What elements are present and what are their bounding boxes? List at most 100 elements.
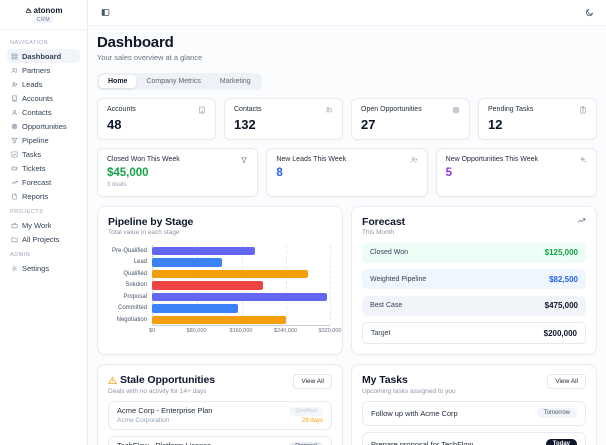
chart-row: Qualified — [108, 268, 332, 280]
sidebar-item-label: Contacts — [22, 107, 52, 117]
tab[interactable]: Home — [99, 75, 137, 88]
trending-up-icon — [577, 216, 586, 225]
chart-row: Proposal — [108, 291, 332, 303]
projects-section-label: Projects — [10, 209, 44, 215]
task-due-badge: Tomorrow — [536, 408, 577, 418]
sidebar-item-label: Reports — [22, 191, 49, 201]
forecast-label: Closed Won — [370, 249, 409, 256]
theme-toggle-button[interactable] — [582, 6, 596, 20]
stale-opportunity-row[interactable]: Acme Corp - Enterprise Plan Acme Corpora… — [108, 400, 332, 430]
sidebar-item[interactable]: Pipeline — [7, 133, 80, 147]
panel-left-icon — [101, 9, 109, 16]
chart-rows: Pre-Qualified Lead Qualified Solution Pr… — [108, 245, 332, 326]
axis-tick-label: $240,000 — [274, 327, 297, 334]
page-content: Dashboard Your sales overview at a glanc… — [88, 26, 606, 445]
sidebar-item-icon — [11, 81, 18, 87]
forecast-row: Weighted Pipeline $82,500 — [362, 269, 586, 289]
sidebar-item-icon — [12, 95, 17, 101]
chart-row: Committed — [108, 303, 332, 315]
stat-value: 48 — [107, 117, 122, 132]
forecast-label: Best Case — [370, 302, 403, 309]
sidebar-item-icon — [11, 151, 18, 157]
sidebar-item[interactable]: Dashboard — [7, 49, 80, 63]
forecast-row: Best Case $475,000 — [362, 295, 586, 316]
task-row[interactable]: Prepare proposal for TechFlow Today — [362, 431, 586, 445]
pipeline-bar — [152, 315, 286, 324]
tasks-view-all-button[interactable]: View All — [547, 374, 586, 389]
chart-category-label: Solution — [125, 282, 147, 289]
stale-title: Stale Opportunities — [120, 374, 215, 386]
topbar — [88, 0, 606, 26]
forecast-subtitle: This Month — [362, 229, 395, 236]
stale-items: Acme Corp - Enterprise Plan Acme Corpora… — [108, 400, 332, 445]
stale-opportunity-row[interactable]: TechFlow - Platform License TechFlow Sol… — [108, 435, 332, 445]
forecast-label: Weighted Pipeline — [370, 275, 427, 283]
tasks-title: My Tasks — [362, 374, 408, 386]
stat-value: 27 — [361, 117, 376, 132]
sidebar-item[interactable]: Settings — [7, 261, 80, 275]
stat-value: 132 — [234, 117, 256, 132]
sidebar-item-label: Pipeline — [22, 135, 49, 145]
sidebar-item[interactable]: Partners — [7, 63, 80, 77]
sidebar-item[interactable]: My Work — [7, 218, 80, 232]
axis-tick-label: $320,000 — [318, 327, 342, 334]
chart-x-axis: $0 $80,000 $160,000 $240,000 $320,000 — [149, 327, 342, 336]
forecast-panel: Forecast This Month Closed Won $125,000 … — [351, 205, 597, 355]
week-stat-cards: Closed Won This Week $45,000 3 deals New… — [97, 148, 597, 197]
stat-card: Contacts 132 — [224, 98, 343, 140]
logo[interactable]: atonom CRM — [0, 0, 87, 30]
week-stat-label: New Leads This Week — [276, 156, 347, 163]
pipeline-chart: Pre-Qualified Lead Qualified Solution Pr… — [108, 245, 342, 336]
chart-category-label: Pre-Qualified — [111, 247, 147, 254]
opportunity-company: Acme Corporation — [117, 417, 170, 424]
sidebar-nav: Navigation Dashboard Partners Leads Acco… — [0, 30, 87, 279]
sidebar-item-label: My Work — [22, 220, 52, 230]
middle-panels: Pipeline by Stage Total value in each st… — [97, 205, 597, 355]
stale-view-all-button[interactable]: View All — [293, 374, 332, 389]
sidebar-item[interactable]: Contacts — [7, 105, 80, 119]
forecast-row: Target $200,000 — [362, 322, 586, 344]
forecast-title: Forecast — [362, 215, 405, 228]
sidebar-item-icon — [11, 180, 18, 184]
week-stat-card: Closed Won This Week $45,000 3 deals — [97, 148, 259, 197]
sidebar-item[interactable]: All Projects — [7, 232, 80, 246]
stat-cards: Accounts 48 Contacts 132 Open Opportunit… — [97, 98, 597, 140]
tab[interactable]: Marketing — [211, 75, 260, 88]
week-stat-icon — [410, 156, 418, 164]
sidebar-item-label: Forecast — [22, 177, 52, 187]
week-stat-note — [446, 182, 587, 189]
tab-bar: Home Company Metrics Marketing — [97, 73, 262, 90]
tab[interactable]: Company Metrics — [137, 75, 209, 88]
nav-items: Dashboard Partners Leads Accounts Contac… — [7, 49, 80, 203]
pipeline-bar — [152, 304, 239, 313]
task-due-badge: Today — [545, 439, 577, 445]
chart-track — [152, 245, 330, 257]
sidebar-item-label: Opportunities — [22, 121, 67, 131]
stat-card-icon — [579, 106, 587, 114]
stat-label: Open Opportunities — [361, 106, 422, 113]
chart-row: Lead — [108, 257, 332, 269]
sidebar-item[interactable]: Tickets — [7, 161, 80, 175]
pipeline-bar — [152, 292, 328, 301]
sidebar-item-label: Dashboard — [22, 51, 62, 61]
moon-icon — [585, 9, 593, 17]
sidebar-item[interactable]: Accounts — [7, 91, 80, 105]
nav-section-label: Navigation — [10, 40, 49, 46]
pipeline-title: Pipeline by Stage — [108, 215, 194, 228]
chart-category-label: Lead — [133, 259, 147, 266]
chart-track — [152, 268, 330, 280]
sidebar: atonom CRM Navigation Dashboard Partners… — [0, 0, 88, 445]
axis-tick-label: $80,000 — [186, 327, 207, 334]
sidebar-item[interactable]: Forecast — [7, 175, 80, 189]
bottom-panels: Stale Opportunities Deals with no activi… — [97, 364, 597, 445]
sidebar-item[interactable]: Opportunities — [7, 119, 80, 133]
task-row[interactable]: Follow up with Acme Corp Tomorrow — [362, 400, 586, 426]
chart-row: Pre-Qualified — [108, 245, 332, 257]
week-stat-value: $45,000 — [107, 167, 149, 179]
admin-section-label: Admin — [10, 252, 31, 258]
sidebar-item[interactable]: Tasks — [7, 147, 80, 161]
sidebar-item[interactable]: Leads — [7, 77, 80, 91]
tasks-subtitle: Upcoming tasks assigned to you — [362, 387, 456, 395]
sidebar-item[interactable]: Reports — [7, 189, 80, 203]
sidebar-toggle-button[interactable] — [98, 6, 112, 20]
